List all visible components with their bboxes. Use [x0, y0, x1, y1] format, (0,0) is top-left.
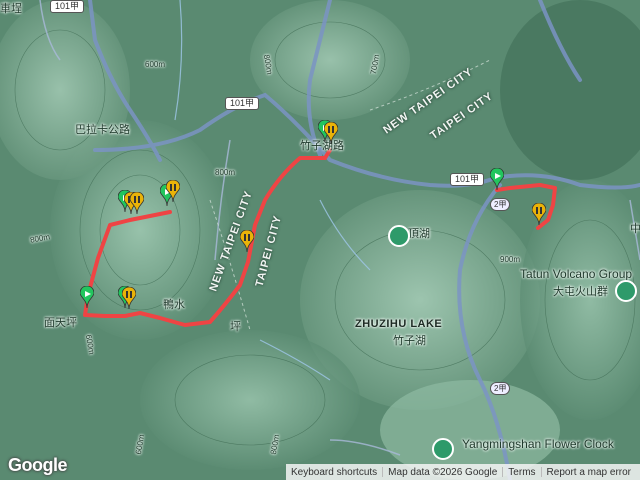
label-dingu: 頂湖 [408, 228, 430, 240]
label-balakagong-road: 巴拉卡公路 [75, 124, 130, 136]
map-data-attribution: Map data ©2026 Google [388, 466, 498, 478]
map-footer: Keyboard shortcuts Map data ©2026 Google… [286, 464, 640, 480]
label-flower-clock: Yangmingshan Flower Clock [462, 437, 614, 451]
report-error-link[interactable]: Report a map error [542, 467, 636, 478]
pause-marker-icon[interactable] [239, 229, 255, 253]
road-shield: 2甲 [490, 382, 511, 395]
label-zhuzihu-en: ZHUZIHU LAKE [355, 318, 443, 330]
contour-label: 800m [215, 168, 236, 177]
label-tatun-zh: 大屯火山群 [553, 286, 608, 298]
terms-link[interactable]: Terms [503, 467, 540, 478]
pause-marker-icon[interactable] [531, 202, 547, 226]
terrain-layer [0, 0, 640, 480]
label-yashuiping: 鴨水 [163, 299, 185, 311]
contour-label: 600m [145, 60, 166, 69]
pause-marker-icon[interactable] [121, 286, 137, 310]
map-canvas[interactable]: 車埕 巴拉卡公路 竹子湖路 頂湖 鴨水 坪 面天坪 Tatun Volcano … [0, 0, 640, 480]
label-chexing: 車埕 [0, 3, 22, 15]
road-shield: 101甲 [225, 97, 260, 110]
road-shield: 2甲 [490, 198, 511, 211]
start-marker-icon[interactable] [489, 167, 505, 191]
label-guanpu: 坪 [230, 321, 241, 333]
label-edge-char: 中 [630, 223, 640, 235]
keyboard-shortcuts-link[interactable]: Keyboard shortcuts [286, 467, 382, 478]
pause-marker-icon[interactable] [323, 121, 339, 145]
contour-label: 900m [500, 255, 521, 264]
flower-poi-icon[interactable] [432, 438, 454, 460]
google-logo: Google [8, 455, 68, 475]
road-shield: 101甲 [50, 0, 85, 13]
label-miantian: 面天坪 [44, 317, 77, 329]
road-shield: 101甲 [450, 173, 485, 186]
label-zhuzihu-zh: 竹子湖 [393, 335, 426, 347]
pause-marker-icon[interactable] [129, 191, 145, 215]
park-icon[interactable] [388, 225, 410, 247]
start-marker-icon[interactable] [79, 285, 95, 309]
mountain-poi-icon[interactable] [615, 280, 637, 302]
label-tatun-en: Tatun Volcano Group [520, 267, 633, 281]
pause-marker-icon[interactable] [165, 179, 181, 203]
